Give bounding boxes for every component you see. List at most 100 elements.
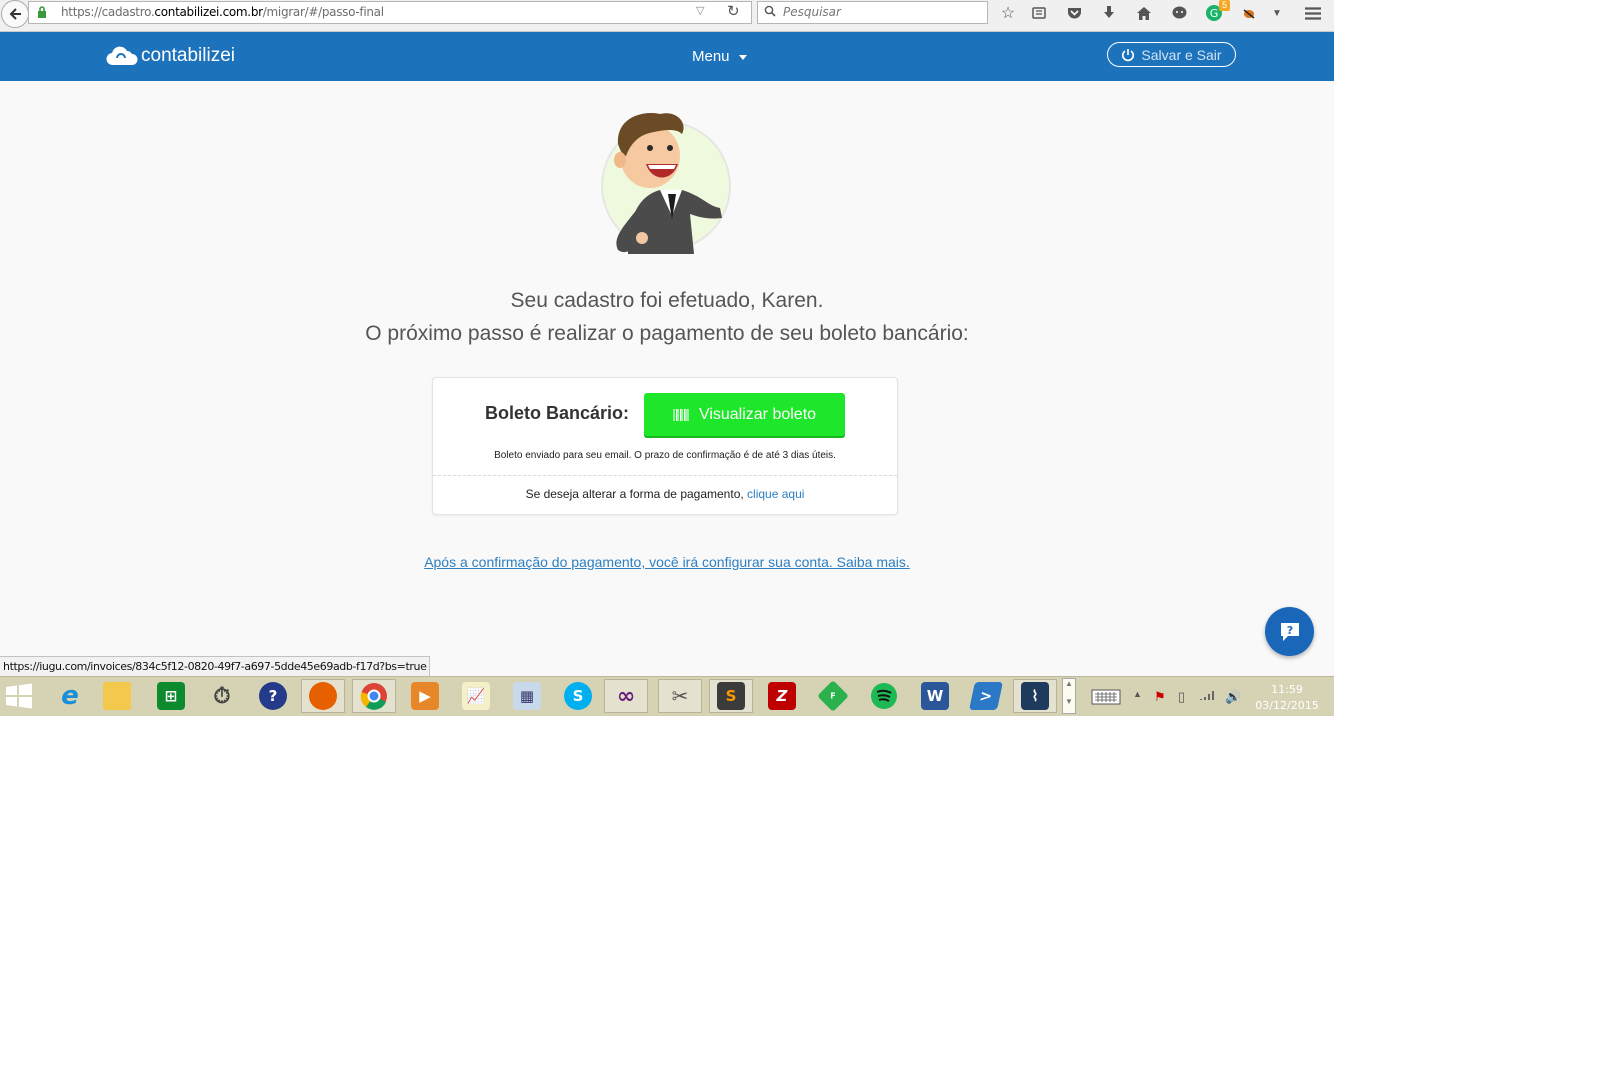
taskbar-calculator[interactable]: ▦	[505, 679, 549, 713]
store-icon: ⊞	[157, 682, 185, 710]
taskbar: e ⊞ ⏱ ? ▶ 📈 ▦ S ∞ ✂ S Z F W > ⌇ ▲ ▼ ▲ ⚑ ▯	[0, 676, 1334, 716]
clock-time: 11:59	[1271, 683, 1303, 696]
payment-card: Boleto Bancário: Visualizar boleto Bolet…	[432, 377, 898, 515]
internet-explorer-icon: e	[61, 681, 79, 711]
taskbar-powershell[interactable]: >	[964, 679, 1008, 713]
arrow-left-icon	[9, 8, 21, 20]
boleto-note: Boleto enviado para seu email. O prazo d…	[494, 450, 836, 461]
word-icon: W	[921, 682, 949, 710]
bookmark-star-icon[interactable]: ☆	[997, 2, 1019, 24]
taskbar-tools[interactable]: ✂	[658, 679, 702, 713]
url-bar[interactable]: https://cadastro.contabilizei.com.br/mig…	[28, 1, 752, 24]
search-icon	[764, 5, 776, 17]
clock-date: 03/12/2015	[1255, 699, 1319, 712]
reload-icon[interactable]: ↻	[727, 2, 740, 20]
help-chat-button[interactable]: ?	[1265, 607, 1314, 656]
save-exit-label: Salvar e Sair	[1141, 46, 1222, 63]
search-placeholder: Pesquisar	[783, 5, 841, 19]
keyboard-icon[interactable]	[1091, 689, 1121, 708]
download-icon[interactable]	[1098, 2, 1120, 24]
stopwatch-icon: ⏱	[213, 683, 231, 709]
power-icon	[1122, 48, 1135, 61]
caret-down-icon	[738, 54, 747, 60]
taskbar-stopwatch[interactable]: ⏱	[200, 679, 244, 713]
taskbar-chrome[interactable]	[352, 679, 396, 713]
taskbar-spotify[interactable]	[862, 679, 906, 713]
flag-alert-icon[interactable]: ⚑	[1154, 689, 1166, 705]
windows-logo-icon	[6, 683, 32, 709]
chart-tool-icon: 📈	[462, 682, 490, 710]
taskbar-media-player[interactable]: ▶	[403, 679, 447, 713]
volume-icon[interactable]: 🔊	[1225, 689, 1241, 705]
start-button[interactable]	[0, 679, 41, 713]
logo[interactable]: contabilizei	[106, 45, 235, 67]
taskbar-skype[interactable]: S	[556, 679, 600, 713]
cloud-logo-icon	[106, 46, 138, 66]
svg-text:G: G	[1210, 7, 1219, 20]
card-divider	[433, 475, 897, 476]
change-payment-link[interactable]: clique aqui	[747, 487, 804, 501]
taskbar-word[interactable]: W	[913, 679, 957, 713]
extension-bug-icon[interactable]	[1238, 2, 1260, 24]
home-icon[interactable]	[1133, 2, 1155, 24]
menu-label: Menu	[692, 48, 730, 65]
skype-icon: S	[564, 682, 592, 710]
taskbar-mysql-workbench[interactable]: ⌇	[1013, 679, 1057, 713]
extension-menu-chevron-icon[interactable]: ▼	[1266, 2, 1288, 24]
media-player-icon: ▶	[411, 682, 439, 710]
calculator-icon: ▦	[513, 682, 541, 710]
url-text: https://cadastro.contabilizei.com.br/mig…	[61, 5, 384, 19]
extension-badge: 5	[1219, 0, 1230, 11]
taskbar-store[interactable]: ⊞	[149, 679, 193, 713]
url-dropdown-icon[interactable]: ▽	[696, 4, 704, 17]
spotify-icon	[871, 683, 897, 709]
chrome-icon	[360, 683, 387, 710]
taskbar-filezilla[interactable]: Z	[760, 679, 804, 713]
heading-line-1: Seu cadastro foi efetuado, Karen.	[510, 289, 824, 312]
view-boleto-button[interactable]: Visualizar boleto	[644, 393, 845, 436]
taskbar-internet-explorer[interactable]: e	[48, 679, 92, 713]
barcode-icon	[673, 408, 689, 421]
mysql-workbench-icon: ⌇	[1021, 682, 1049, 710]
power-status-icon[interactable]: ▯	[1178, 689, 1185, 705]
taskbar-file-explorer[interactable]	[95, 679, 139, 713]
taskbar-scroll-icon[interactable]: ▲ ▼	[1062, 678, 1076, 714]
browser-toolbar: https://cadastro.contabilizei.com.br/mig…	[0, 0, 1334, 32]
firefox-icon	[309, 682, 337, 710]
taskbar-feedly[interactable]: F	[811, 679, 855, 713]
reading-list-icon[interactable]	[1028, 2, 1050, 24]
taskbar-firefox[interactable]	[301, 679, 345, 713]
lock-icon	[38, 6, 46, 18]
site-header: contabilizei Menu Salvar e Sair	[0, 32, 1334, 81]
feedly-icon: F	[817, 680, 849, 712]
taskbar-help[interactable]: ?	[251, 679, 295, 713]
info-link[interactable]: Após a confirmação do pagamento, você ir…	[0, 554, 1334, 570]
back-button[interactable]	[1, 0, 29, 28]
menu-dropdown[interactable]: Menu	[692, 48, 747, 65]
svg-text:?: ?	[1286, 624, 1292, 637]
save-exit-button[interactable]: Salvar e Sair	[1107, 42, 1236, 67]
hello-chat-icon[interactable]	[1168, 2, 1190, 24]
sublime-text-icon: S	[717, 682, 745, 710]
heading-line-2: O próximo passo é realizar o pagamento d…	[365, 322, 969, 345]
change-payment-text: Se deseja alterar a forma de pagamento, …	[433, 487, 897, 501]
network-signal-icon[interactable]	[1200, 689, 1216, 704]
view-boleto-label: Visualizar boleto	[698, 405, 817, 423]
hamburger-menu-icon[interactable]	[1302, 2, 1324, 24]
taskbar-visual-studio[interactable]: ∞	[604, 679, 648, 713]
question-chat-icon: ?	[1280, 622, 1299, 641]
change-payment-label: Se deseja alterar a forma de pagamento,	[525, 487, 744, 501]
help-icon: ?	[259, 682, 287, 710]
success-illustration	[598, 108, 734, 254]
taskbar-chart-tool[interactable]: 📈	[454, 679, 498, 713]
show-hidden-icons-icon[interactable]: ▲	[1133, 689, 1142, 699]
visual-studio-icon: ∞	[616, 683, 636, 709]
search-bar[interactable]: Pesquisar	[757, 1, 988, 24]
taskbar-sublime-text[interactable]: S	[709, 679, 753, 713]
pocket-icon[interactable]	[1063, 2, 1085, 24]
filezilla-icon: Z	[768, 682, 796, 710]
tools-icon: ✂	[671, 684, 689, 708]
powershell-icon: >	[969, 682, 1003, 710]
taskbar-clock[interactable]: 11:59 03/12/2015	[1252, 682, 1322, 714]
screen: https://cadastro.contabilizei.com.br/mig…	[0, 0, 1334, 716]
